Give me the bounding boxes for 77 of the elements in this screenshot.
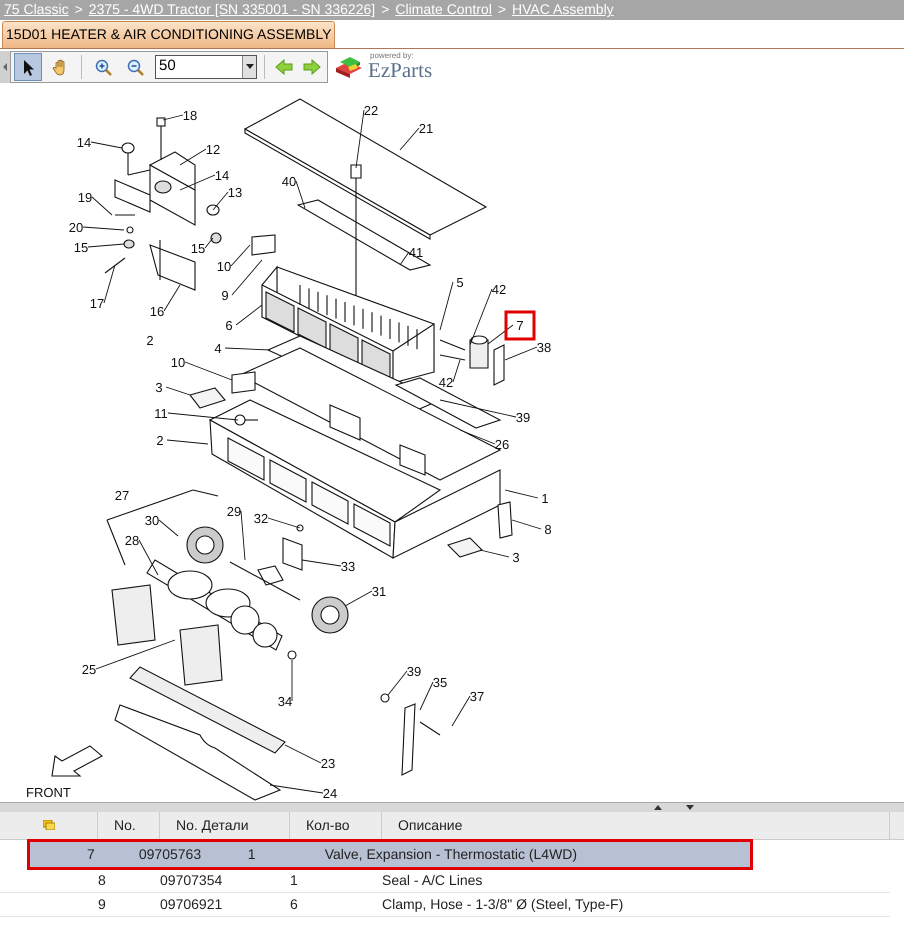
callout-number[interactable]: 42 — [438, 374, 454, 390]
callout-number[interactable]: 39 — [406, 664, 422, 679]
callout-number[interactable]: 19 — [78, 190, 92, 205]
table-row[interactable]: 9 09706921 6 Clamp, Hose - 1-3/8" Ø (Steel, Type-F) — [0, 892, 890, 917]
callout-number[interactable]: 18 — [182, 108, 198, 123]
zoom-combo-box[interactable]: 50 — [155, 54, 257, 79]
callout-number[interactable]: 24 — [322, 786, 338, 801]
callout-number[interactable]: 14 — [214, 168, 230, 183]
callout-number[interactable]: 21 — [418, 120, 434, 136]
callout-number[interactable]: 25 — [82, 662, 96, 677]
callout-number[interactable]: 29 — [226, 504, 242, 519]
table-cell-text: Clamp, Hose - 1-3/8" Ø (Steel, Type-F) — [382, 894, 624, 914]
callout-number[interactable]: 2 — [156, 432, 164, 448]
table-cell-text: 6 — [290, 894, 299, 914]
breadcrumb-separator: > — [498, 0, 506, 20]
callout-number[interactable]: 33 — [340, 558, 356, 574]
table-cell-text: 1 — [248, 844, 256, 864]
table-cell-text: 09705763 — [138, 844, 202, 864]
callout-number[interactable]: 10 — [216, 258, 232, 274]
callout-number[interactable]: 2 — [146, 332, 154, 348]
breadcrumb-separator: > — [381, 0, 390, 20]
callout-number[interactable]: 12 — [206, 142, 220, 157]
callout-number[interactable]: 20 — [68, 220, 84, 235]
callout-number[interactable]: 38 — [536, 340, 552, 355]
callout-number[interactable]: 30 — [144, 512, 160, 528]
callout-number[interactable]: 8 — [544, 522, 552, 537]
callout-number[interactable]: 14 — [76, 134, 92, 150]
callout-number[interactable]: 3 — [512, 550, 520, 565]
table-cell-text: 09706921 — [160, 894, 224, 914]
table-cell-text: 09707354 — [160, 870, 224, 890]
callout-number[interactable]: 4 — [214, 340, 222, 356]
table-row[interactable]: 8 09707354 1 Seal - A/C Lines — [0, 868, 890, 893]
callout-number[interactable]: 39 — [516, 410, 530, 425]
column-header[interactable]: Описание — [382, 812, 890, 839]
table-cell-text: 9 — [98, 894, 107, 914]
table-cell-text: Valve, Expansion - Thermostatic (L4WD) — [324, 844, 578, 864]
callout-number[interactable]: 23 — [320, 756, 336, 771]
callout-number[interactable]: 3 — [155, 380, 163, 395]
front-label: FRONT — [26, 784, 71, 800]
callout-number[interactable]: 9 — [221, 288, 229, 303]
breadcrumb-separator: > — [74, 0, 83, 20]
callout-number[interactable]: 11 — [154, 406, 168, 421]
callout-number[interactable]: 22 — [364, 102, 378, 118]
callout-number[interactable]: 10 — [170, 354, 186, 370]
scroll-left-icon[interactable] — [0, 50, 10, 83]
table-cell-text: 8 — [98, 870, 107, 890]
column-header[interactable]: Кол-во — [290, 812, 382, 839]
table-cell-text: 7 — [86, 844, 96, 864]
callout-number[interactable]: 13 — [228, 184, 242, 200]
callout-number[interactable]: 15 — [190, 240, 206, 256]
callout-number[interactable]: 5 — [456, 274, 464, 290]
callout-number[interactable]: 1 — [541, 490, 549, 506]
callout-number[interactable]: 28 — [124, 532, 140, 548]
callout-number[interactable]: 27 — [114, 488, 130, 503]
tab[interactable]: 15D01 HEATER & AIR CONDITIONING ASSEMBLY — [2, 20, 336, 48]
table-cell-text: 1 — [290, 870, 299, 890]
callout-number[interactable]: 26 — [494, 436, 510, 452]
callout-number[interactable]: 16 — [150, 304, 164, 319]
logo-wordmark: EzParts — [368, 60, 432, 82]
select-pointer-tool-button[interactable] — [14, 52, 42, 81]
callout-number[interactable]: 15 — [74, 240, 88, 255]
callout-number[interactable]: 7 — [516, 318, 524, 333]
callout-number[interactable]: 32 — [254, 510, 268, 526]
column-header[interactable]: No. — [98, 812, 160, 839]
callout-number[interactable]: 31 — [372, 584, 386, 599]
table-row[interactable]: 7 09705763 1 Valve, Expansion - Thermostatic (L4WD) — [30, 842, 750, 867]
callout-number[interactable]: 6 — [225, 318, 233, 333]
callout-number[interactable]: 42 — [492, 282, 506, 297]
logo-tagline: powered by: — [369, 52, 415, 60]
notes-icon — [42, 820, 54, 830]
callout-number[interactable]: 37 — [470, 688, 484, 704]
callout-number[interactable]: 35 — [432, 674, 448, 690]
table-cell-text: Seal - A/C Lines — [382, 870, 484, 890]
column-header[interactable]: No. Детали — [160, 812, 290, 839]
callout-number[interactable]: 40 — [282, 174, 296, 189]
callout-number[interactable]: 17 — [90, 296, 104, 311]
callout-number[interactable]: 34 — [278, 694, 292, 709]
